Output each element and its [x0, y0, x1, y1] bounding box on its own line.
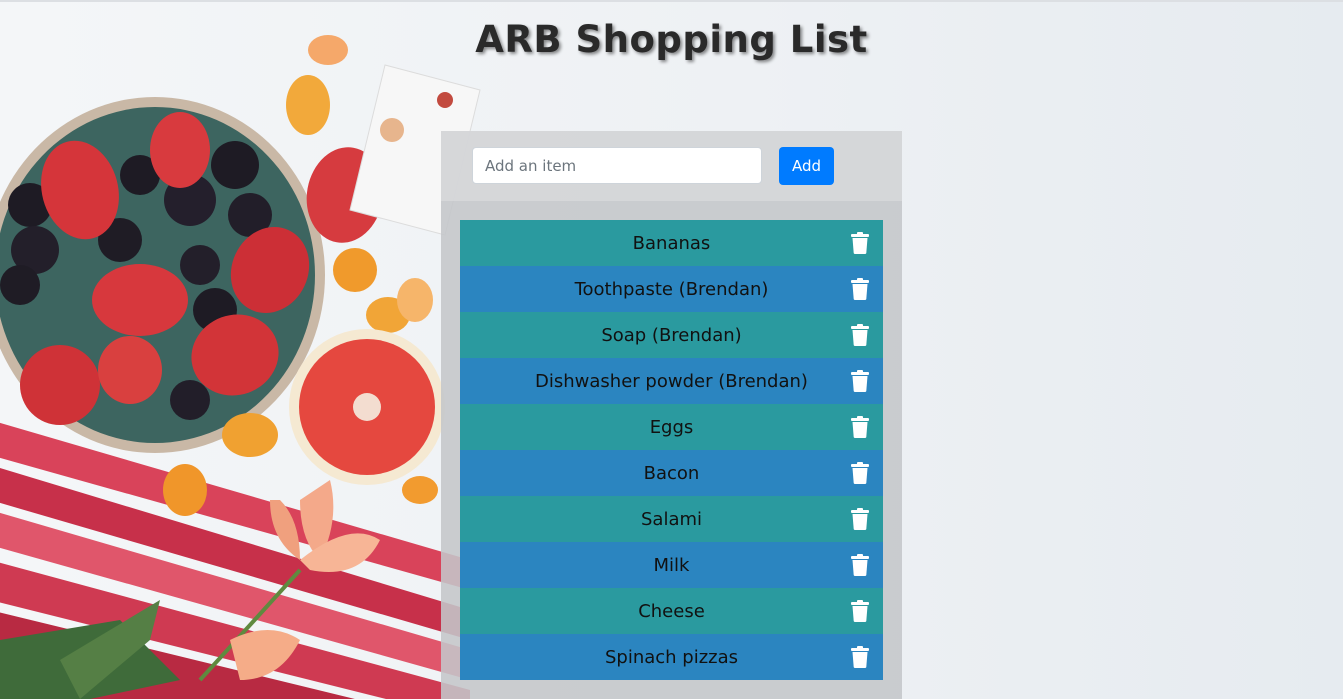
- add-item-input[interactable]: [472, 147, 762, 184]
- list-item: Milk: [460, 542, 883, 588]
- trash-icon[interactable]: [851, 278, 869, 300]
- list-item: Bacon: [460, 450, 883, 496]
- list-item: Dishwasher powder (Brendan): [460, 358, 883, 404]
- item-label: Soap (Brendan): [601, 324, 742, 346]
- list-item: Toothpaste (Brendan): [460, 266, 883, 312]
- add-item-form: Add: [441, 131, 902, 201]
- list-item: Spinach pizzas: [460, 634, 883, 680]
- list-item: Cheese: [460, 588, 883, 634]
- trash-icon[interactable]: [851, 508, 869, 530]
- item-label: Milk: [653, 554, 690, 576]
- list-item: Bananas: [460, 220, 883, 266]
- item-label: Salami: [640, 508, 703, 530]
- shopping-list-panel: Add Bananas Toothpaste (Brendan) Soap (B…: [441, 131, 902, 699]
- add-button[interactable]: Add: [779, 147, 834, 185]
- trash-icon[interactable]: [851, 232, 869, 254]
- page-title: ARB Shopping List: [475, 18, 868, 61]
- item-label: Dishwasher powder (Brendan): [535, 370, 808, 392]
- item-label: Cheese: [638, 600, 705, 622]
- item-label: Spinach pizzas: [604, 646, 739, 668]
- shopping-list: Bananas Toothpaste (Brendan) Soap (Brend…: [460, 220, 883, 680]
- item-label: Bananas: [632, 232, 711, 254]
- list-item: Eggs: [460, 404, 883, 450]
- trash-icon[interactable]: [851, 554, 869, 576]
- list-item: Soap (Brendan): [460, 312, 883, 358]
- trash-icon[interactable]: [851, 646, 869, 668]
- item-label: Bacon: [643, 462, 700, 484]
- trash-icon[interactable]: [851, 600, 869, 622]
- list-item: Salami: [460, 496, 883, 542]
- trash-icon[interactable]: [851, 462, 869, 484]
- item-label: Toothpaste (Brendan): [574, 278, 769, 300]
- trash-icon[interactable]: [851, 416, 869, 438]
- trash-icon[interactable]: [851, 324, 869, 346]
- grapefruit: [289, 329, 445, 485]
- trash-icon[interactable]: [851, 370, 869, 392]
- item-label: Eggs: [649, 416, 694, 438]
